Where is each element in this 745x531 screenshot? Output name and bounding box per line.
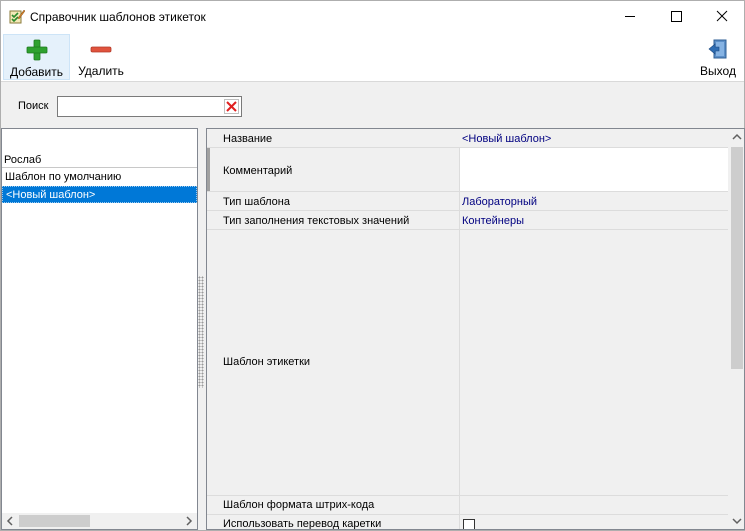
window-title: Справочник шаблонов этикеток <box>30 10 206 24</box>
list-group-header: Рослаб <box>4 154 42 166</box>
property-name: Тип шаблона <box>223 196 290 208</box>
minimize-button[interactable] <box>607 1 653 31</box>
maximize-icon <box>671 11 682 22</box>
search-label: Поиск <box>18 100 49 112</box>
active-row-marker <box>207 148 210 191</box>
comment-editor[interactable] <box>460 148 728 191</box>
property-row-fill-type[interactable]: Тип заполнения текстовых значений Контей… <box>207 211 728 230</box>
maximize-button[interactable] <box>653 1 699 31</box>
add-button[interactable]: Добавить <box>3 34 70 80</box>
property-row-comment[interactable]: Комментарий <box>207 148 728 192</box>
carriage-return-checkbox[interactable] <box>463 519 475 529</box>
property-grid: Название <Новый шаблон> Комментарий Тип … <box>206 128 745 530</box>
delete-button[interactable]: Удалить <box>74 34 128 80</box>
list-item-selected[interactable]: <Новый шаблон> <box>2 186 197 203</box>
property-name: Тип заполнения текстовых значений <box>223 215 410 227</box>
exit-button-label: Выход <box>700 64 736 78</box>
clear-x-icon[interactable] <box>224 99 239 114</box>
close-button[interactable] <box>699 1 745 31</box>
scroll-down-arrow-icon[interactable] <box>729 512 745 529</box>
property-name: Шаблон формата штрих-кода <box>223 499 375 511</box>
property-value[interactable]: Лабораторный <box>462 196 537 208</box>
minimize-icon <box>625 16 635 17</box>
property-row-label-template[interactable]: Шаблон этикетки <box>207 230 728 496</box>
close-icon <box>716 10 728 22</box>
property-row-name[interactable]: Название <Новый шаблон> <box>207 129 728 148</box>
scroll-left-arrow-icon[interactable] <box>2 513 19 529</box>
toolbar: Добавить Удалить Выход <box>1 32 744 82</box>
list-divider <box>2 167 197 168</box>
title-bar: Справочник шаблонов этикеток <box>1 1 744 32</box>
property-value[interactable]: Контейнеры <box>462 215 524 227</box>
property-row-template-type[interactable]: Тип шаблона Лабораторный <box>207 192 728 211</box>
checklist-pencil-icon <box>9 9 25 24</box>
exit-door-icon <box>708 39 727 59</box>
exit-button[interactable]: Выход <box>694 34 742 80</box>
delete-button-label: Удалить <box>78 64 124 78</box>
vertical-scrollbar[interactable] <box>729 129 745 529</box>
property-row-barcode-template[interactable]: Шаблон формата штрих-кода <box>207 496 728 515</box>
property-name: Название <box>223 133 273 145</box>
property-row-carriage-return[interactable]: Использовать перевод каретки <box>207 515 728 530</box>
scroll-up-arrow-icon[interactable] <box>729 129 745 146</box>
add-button-label: Добавить <box>9 65 64 79</box>
scroll-right-arrow-icon[interactable] <box>180 513 197 529</box>
property-name: Шаблон этикетки <box>223 356 311 368</box>
pane-splitter-grip[interactable] <box>198 276 204 388</box>
minus-icon <box>90 46 112 53</box>
search-input[interactable] <box>57 96 242 117</box>
label-templates-window: Справочник шаблонов этикеток Добавить Уд… <box>0 0 745 531</box>
template-list[interactable]: Рослаб Шаблон по умолчанию <Новый шаблон… <box>1 128 198 530</box>
scrollbar-thumb[interactable] <box>19 515 90 527</box>
property-value[interactable]: <Новый шаблон> <box>462 133 551 145</box>
scrollbar-thumb[interactable] <box>731 147 743 369</box>
property-name: Использовать перевод каретки <box>223 518 382 530</box>
plus-icon <box>26 39 47 61</box>
horizontal-scrollbar[interactable] <box>2 513 197 529</box>
property-name: Комментарий <box>223 165 293 177</box>
list-item[interactable]: Шаблон по умолчанию <box>2 169 197 186</box>
